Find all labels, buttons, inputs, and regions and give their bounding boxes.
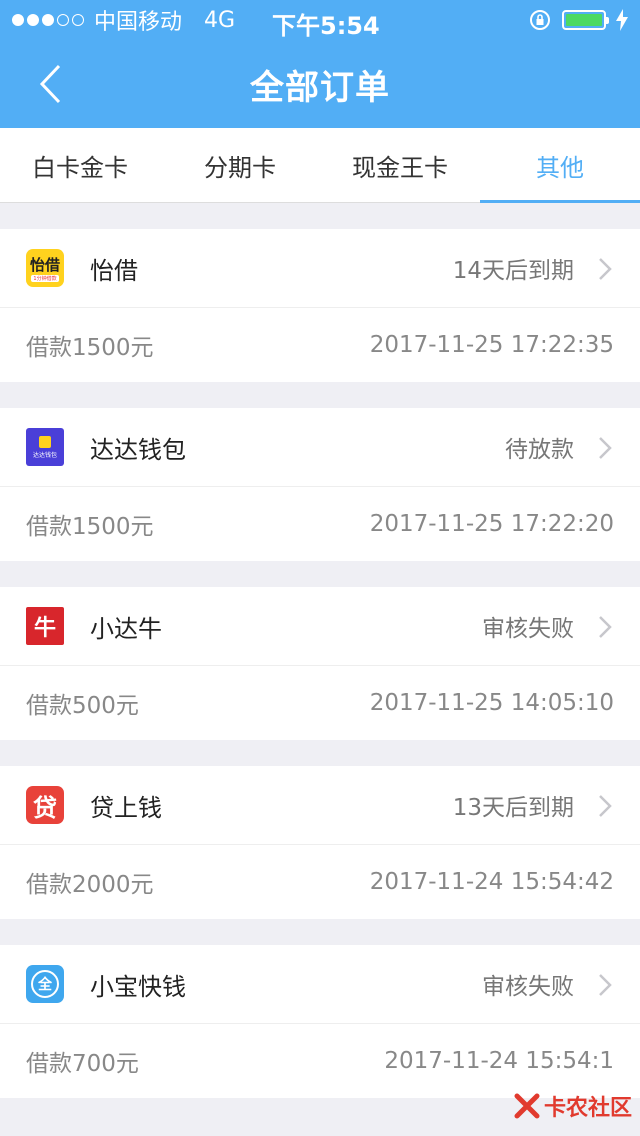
active-tab-indicator [480, 200, 640, 203]
daishangqian-logo-icon: 贷 [26, 786, 64, 824]
order-datetime: 2017-11-25 17:22:35 [369, 332, 614, 358]
chevron-left-icon [39, 64, 61, 104]
order-header[interactable]: 牛 小达牛 审核失败 [0, 587, 640, 666]
order-datetime: 2017-11-24 15:54:42 [369, 869, 614, 895]
order-datetime: 2017-11-25 17:22:20 [369, 511, 614, 537]
order-header[interactable]: 全 小宝快钱 审核失败 [0, 945, 640, 1024]
network-type: 4G [204, 7, 236, 33]
header: 中国移动 4G 下午5:54 全部订单 [0, 0, 640, 128]
lender-name: 达达钱包 [90, 435, 186, 464]
order-tabs: 白卡金卡 分期卡 现金王卡 其他 [0, 128, 640, 203]
order-status: 审核失败 [482, 616, 574, 642]
lender-name: 怡借 [90, 256, 138, 285]
signal-strength-icon [12, 14, 84, 26]
chevron-right-icon [599, 616, 612, 638]
loan-amount: 借款2000元 [26, 872, 154, 898]
lender-name: 小宝快钱 [90, 972, 186, 1001]
order-details: 借款700元 2017-11-24 15:54:1 [0, 1024, 640, 1098]
rotation-lock-icon [530, 10, 550, 30]
dada-wallet-logo-icon: 达达钱包 [26, 428, 64, 466]
order-details: 借款2000元 2017-11-24 15:54:42 [0, 845, 640, 919]
loan-amount: 借款700元 [26, 1051, 139, 1077]
order-card: 牛 小达牛 审核失败 借款500元 2017-11-25 14:05:10 [0, 587, 640, 740]
order-card: 贷 贷上钱 13天后到期 借款2000元 2017-11-24 15:54:42 [0, 766, 640, 919]
order-list: 怡借 1分钟借款 怡借 14天后到期 借款1500元 2017-11-25 17… [0, 203, 640, 1098]
order-status: 13天后到期 [452, 795, 574, 821]
battery-icon [562, 10, 609, 30]
tab-white-gold-card[interactable]: 白卡金卡 [0, 128, 160, 202]
tab-cash-king-card[interactable]: 现金王卡 [320, 128, 480, 202]
order-details: 借款500元 2017-11-25 14:05:10 [0, 666, 640, 740]
order-status: 审核失败 [482, 974, 574, 1000]
watermark: 卡农社区 [514, 1090, 632, 1122]
order-header[interactable]: 贷 贷上钱 13天后到期 [0, 766, 640, 845]
chevron-right-icon [599, 974, 612, 996]
order-card: 达达钱包 达达钱包 待放款 借款1500元 2017-11-25 17:22:2… [0, 408, 640, 561]
order-status: 待放款 [505, 437, 574, 463]
loan-amount: 借款1500元 [26, 335, 154, 361]
order-card: 全 小宝快钱 审核失败 借款700元 2017-11-24 15:54:1 [0, 945, 640, 1098]
xiaodaniu-logo-icon: 牛 [26, 607, 64, 645]
order-header[interactable]: 达达钱包 达达钱包 待放款 [0, 408, 640, 487]
order-status: 14天后到期 [452, 258, 574, 284]
back-button[interactable] [28, 60, 72, 108]
tab-other[interactable]: 其他 [480, 128, 640, 202]
status-time: 下午5:54 [272, 12, 380, 40]
chevron-right-icon [599, 795, 612, 817]
xiaobao-logo-icon: 全 [26, 965, 64, 1003]
order-details: 借款1500元 2017-11-25 17:22:20 [0, 487, 640, 561]
order-datetime: 2017-11-24 15:54:1 [384, 1048, 614, 1074]
loan-amount: 借款500元 [26, 693, 139, 719]
yijie-logo-icon: 怡借 1分钟借款 [26, 249, 64, 287]
tab-installment-card[interactable]: 分期卡 [160, 128, 320, 202]
lender-name: 贷上钱 [90, 793, 162, 822]
charging-icon [616, 9, 628, 31]
chevron-right-icon [599, 437, 612, 459]
order-card: 怡借 1分钟借款 怡借 14天后到期 借款1500元 2017-11-25 17… [0, 229, 640, 382]
order-header[interactable]: 怡借 1分钟借款 怡借 14天后到期 [0, 229, 640, 308]
carrier-name: 中国移动 [94, 10, 183, 35]
watermark-text: 卡农社区 [543, 1096, 632, 1121]
chevron-right-icon [599, 258, 612, 280]
lender-name: 小达牛 [90, 614, 162, 643]
status-bar: 中国移动 4G 下午5:54 [0, 0, 640, 40]
order-datetime: 2017-11-25 14:05:10 [369, 690, 614, 716]
page-title: 全部订单 [250, 67, 390, 108]
loan-amount: 借款1500元 [26, 514, 154, 540]
order-details: 借款1500元 2017-11-25 17:22:35 [0, 308, 640, 382]
nav-bar: 全部订单 [0, 40, 640, 128]
kanong-logo-icon [514, 1093, 540, 1119]
